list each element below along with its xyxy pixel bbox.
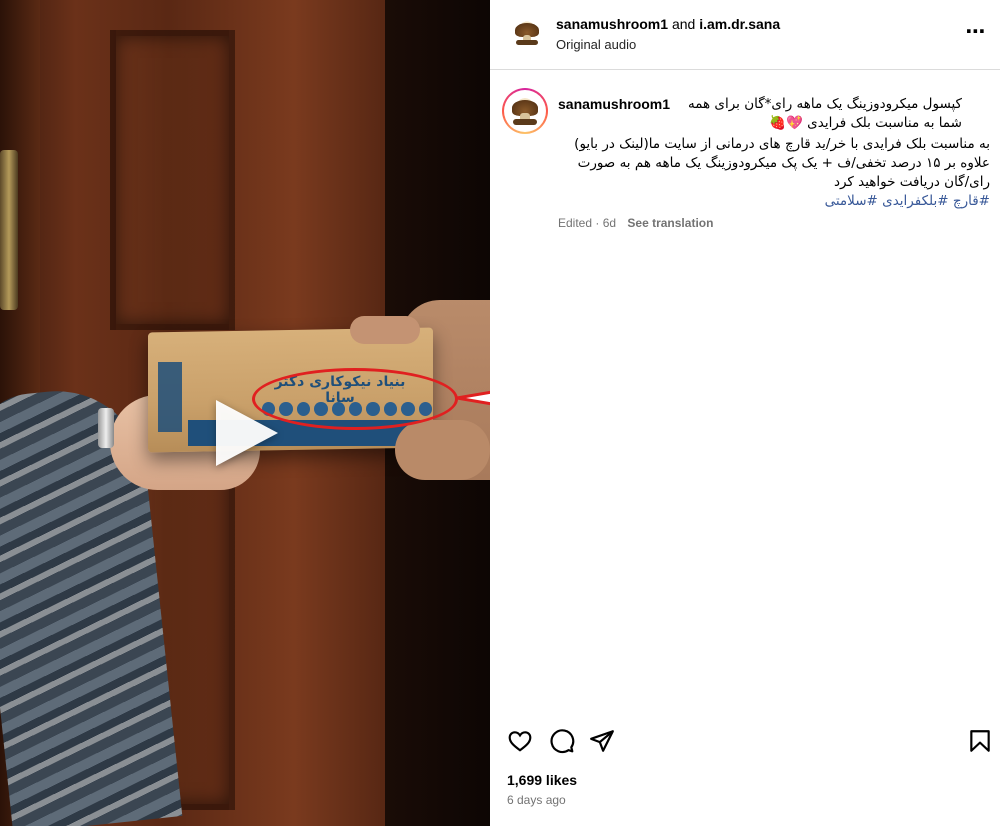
avatar[interactable]	[510, 16, 544, 50]
connector-text: and	[671, 16, 696, 32]
post-header: sanamushroom1 and i.am.dr.sana Original …	[490, 0, 1000, 70]
action-bar	[490, 724, 1000, 760]
play-icon[interactable]	[216, 400, 278, 466]
collaborator-link[interactable]: i.am.dr.sana	[699, 16, 780, 32]
comment-icon[interactable]	[549, 728, 577, 756]
box-sticker	[158, 362, 182, 432]
hashtags: #قارچ #بلکفرایدی #سلامتی	[825, 192, 990, 211]
door-handle	[0, 150, 18, 310]
post-age: 6d	[602, 216, 617, 230]
caption-text: شما به مناسبت بلک فرایدی	[807, 115, 962, 131]
emoji: 💖🍓	[769, 115, 803, 131]
annotation-ellipse	[252, 368, 458, 430]
hashtag-link[interactable]: #بلکفرایدی	[882, 193, 948, 209]
edited-label: Edited	[558, 216, 593, 230]
more-horizontal-icon[interactable]: ⋯	[964, 22, 988, 46]
caption-line: رای/گان دریافت خواهید کرد	[833, 174, 990, 190]
post-side-panel: sanamushroom1 and i.am.dr.sana Original …	[490, 0, 1000, 826]
bookmark-icon[interactable]	[967, 728, 995, 756]
man-hand	[395, 420, 490, 480]
share-icon[interactable]	[589, 728, 617, 756]
likes-count[interactable]: 1,699 likes	[507, 772, 577, 788]
header-usernames: sanamushroom1 and i.am.dr.sana	[556, 16, 780, 32]
avatar	[506, 92, 544, 130]
caption-meta: Edited · 6d See translation	[558, 216, 714, 230]
username-link[interactable]: sanamushroom1	[556, 16, 668, 32]
hashtag-link[interactable]: #سلامتی	[825, 193, 878, 209]
door-panel	[110, 30, 235, 330]
wrist-watch	[98, 408, 114, 448]
heart-icon[interactable]	[507, 728, 535, 756]
see-translation-link[interactable]: See translation	[627, 216, 713, 230]
man-hand-fingers	[350, 316, 420, 344]
caption-avatar[interactable]	[502, 88, 548, 134]
hashtag-link[interactable]: #قارچ	[953, 193, 990, 209]
caption-line: علاوه بر ۱۵ درصد تخفی/ف + یک پک میکرودوز…	[577, 155, 990, 171]
post-media[interactable]: بنیاد نیکوکاری دکتر سانا	[0, 0, 490, 826]
post-timestamp[interactable]: 6 days ago	[507, 793, 566, 807]
caption-line: کپسول میکرودوزینگ یک ماهه رای*گان برای ه…	[687, 96, 962, 112]
audio-link[interactable]: Original audio	[556, 37, 636, 52]
caption-line: شما به مناسبت بلک فرایدی 💖🍓	[769, 114, 962, 133]
caption-username[interactable]: sanamushroom1	[558, 95, 670, 113]
caption-line: به مناسبت بلک فرایدی با خر/ید قارچ های د…	[574, 136, 990, 152]
